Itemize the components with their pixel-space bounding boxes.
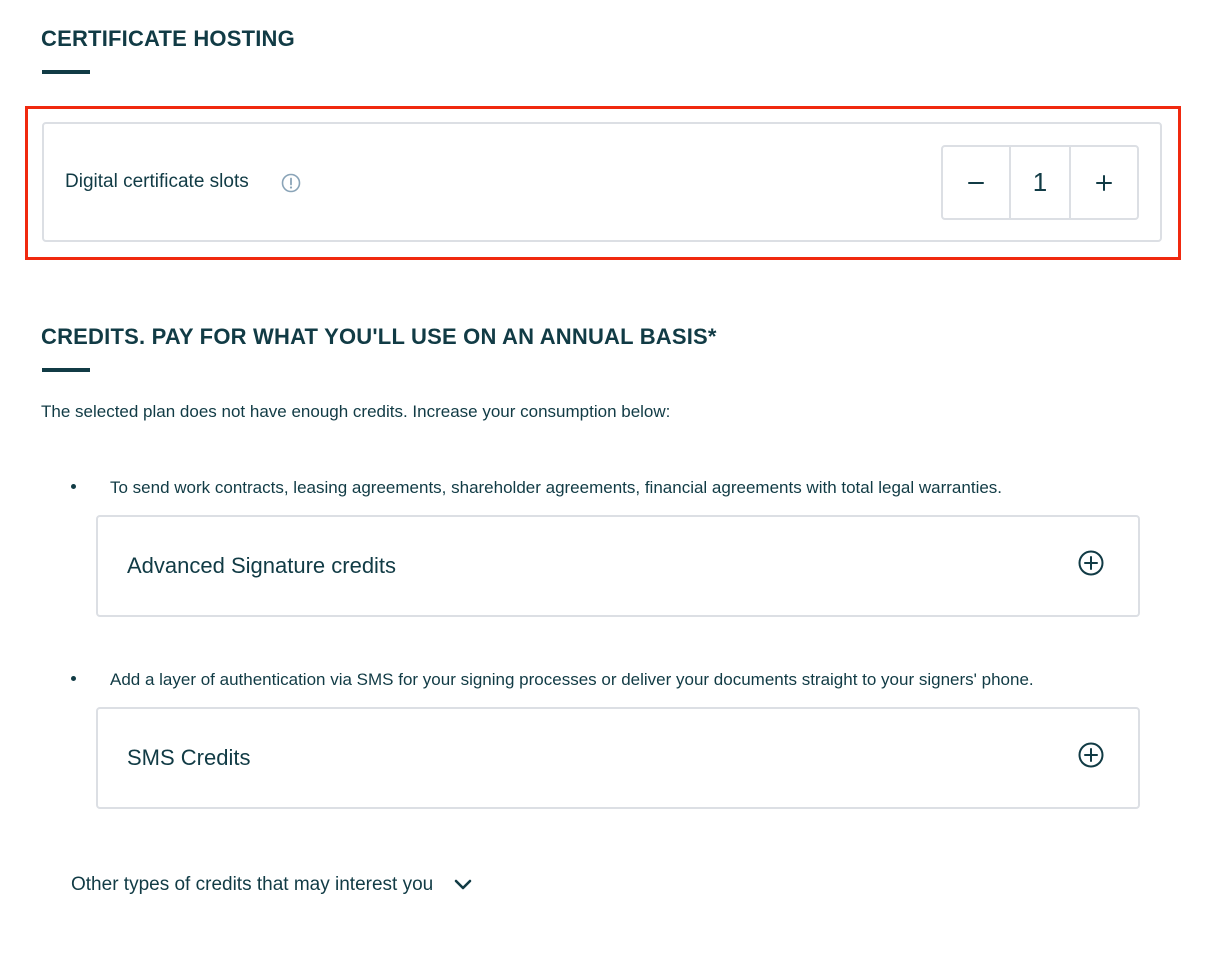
credits-title: CREDITS. PAY FOR WHAT YOU'LL USE ON AN A…	[41, 324, 717, 349]
bullet	[71, 676, 76, 681]
credits-intro-text: The selected plan does not have enough c…	[41, 402, 671, 421]
sms-credits-card[interactable]: SMS Credits	[96, 707, 1140, 809]
certificate-hosting-underline	[42, 70, 90, 74]
certificate-slots-label: Digital certificate slots	[65, 171, 249, 192]
advanced-signature-credits-title: Advanced Signature credits	[127, 553, 397, 578]
plus-icon	[1095, 174, 1112, 191]
other-credits-label: Other types of credits that may interest…	[71, 874, 434, 895]
slots-quantity-value[interactable]: 1	[1009, 147, 1071, 218]
plus-circle-icon[interactable]	[1077, 549, 1105, 577]
certificate-hosting-title: CERTIFICATE HOSTING	[41, 26, 295, 51]
advanced-signature-description: To send work contracts, leasing agreemen…	[110, 478, 1003, 497]
sms-credits-title: SMS Credits	[127, 745, 251, 770]
other-credits-toggle[interactable]: Other types of credits that may interest…	[71, 874, 473, 896]
advanced-signature-credits-card[interactable]: Advanced Signature credits	[96, 515, 1140, 617]
certificate-slots-stepper: 1	[941, 145, 1139, 220]
info-circle-icon[interactable]	[281, 173, 301, 193]
bullet	[71, 484, 76, 489]
decrement-button[interactable]	[943, 147, 1009, 218]
sms-description: Add a layer of authentication via SMS fo…	[110, 670, 1034, 689]
minus-icon	[968, 181, 985, 184]
chevron-down-icon	[454, 879, 472, 890]
increment-button[interactable]	[1071, 147, 1137, 218]
credits-underline	[42, 368, 90, 372]
certificate-slots-card: Digital certificate slots 1	[42, 122, 1162, 242]
plus-circle-icon[interactable]	[1077, 741, 1105, 769]
